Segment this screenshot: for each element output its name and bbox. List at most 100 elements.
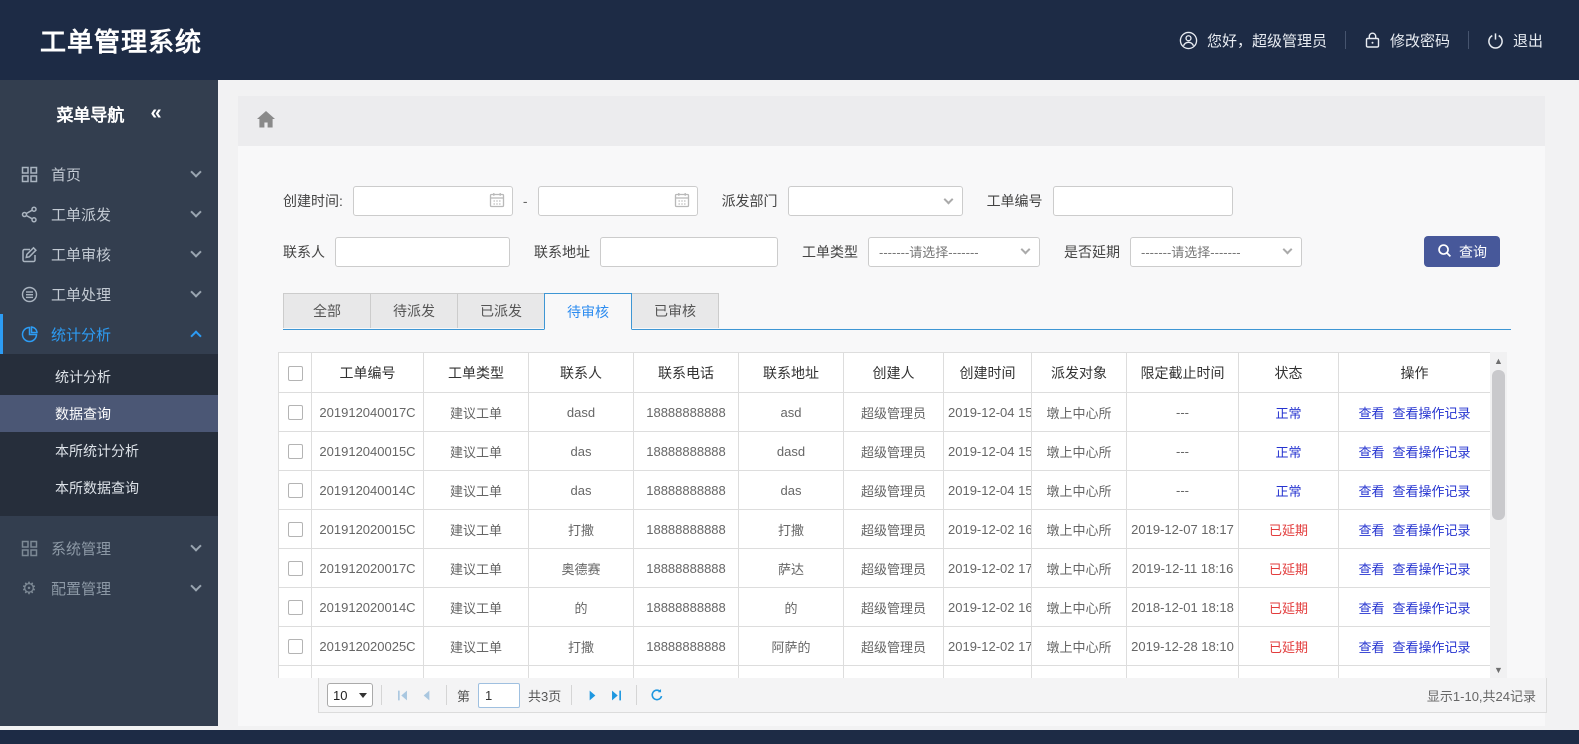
- change-password-label: 修改密码: [1389, 32, 1450, 50]
- refresh-button[interactable]: [645, 683, 669, 707]
- sidebar-item-system[interactable]: 系统管理: [0, 528, 218, 568]
- calendar-icon[interactable]: [674, 192, 690, 211]
- row-checkbox[interactable]: [287, 522, 303, 538]
- vertical-scrollbar[interactable]: ▲ ▼: [1490, 352, 1507, 678]
- view-log-link[interactable]: 查看操作记录: [1393, 601, 1471, 616]
- pager-divider: [636, 685, 638, 705]
- table-row: 201912020025C 建议工单 打撒 18888888888 阿萨的 超级管理员…: [278, 626, 1491, 666]
- statistics-submenu: 统计分析 数据查询 本所统计分析 本所数据查询: [0, 354, 218, 516]
- home-icon[interactable]: [256, 110, 276, 132]
- order-no-input[interactable]: [1052, 186, 1233, 216]
- chevron-down-icon: [190, 206, 202, 218]
- view-link[interactable]: 查看: [1358, 523, 1384, 538]
- address-input[interactable]: [600, 236, 778, 267]
- tab-to-review[interactable]: 待审核: [544, 293, 632, 330]
- is-delay-select[interactable]: -------请选择-------: [1130, 236, 1302, 267]
- tab-dispatched[interactable]: 已派发: [457, 293, 545, 328]
- work-order-table: 工单编号 工单类型 联系人 联系电话 联系地址 创建人 创建时间 派发对象 限定…: [278, 352, 1507, 678]
- view-link[interactable]: 查看: [1358, 445, 1384, 460]
- dispatch-dept-select[interactable]: [787, 186, 963, 216]
- process-icon: [20, 285, 38, 303]
- next-page-button[interactable]: [580, 683, 604, 707]
- tab-to-dispatch[interactable]: 待派发: [370, 293, 458, 328]
- view-link[interactable]: 查看: [1358, 562, 1384, 577]
- submenu-item-data-query[interactable]: 数据查询: [0, 395, 218, 432]
- column-header: 工单类型: [423, 352, 529, 393]
- pager-divider: [571, 685, 573, 705]
- main-content: 创建时间: - 派发部门 工单编号 联系人 联系地址 工单类型 -------请…: [218, 80, 1579, 726]
- row-checkbox[interactable]: [287, 600, 303, 616]
- chevron-down-icon: [943, 194, 954, 204]
- search-button[interactable]: 查询: [1424, 236, 1500, 267]
- column-header: 派发对象: [1031, 352, 1127, 393]
- view-log-link[interactable]: 查看操作记录: [1393, 562, 1471, 577]
- change-password-button[interactable]: 修改密码: [1364, 30, 1450, 51]
- scrollbar-thumb[interactable]: [1492, 370, 1505, 520]
- sidebar-item-label: 统计分析: [51, 326, 112, 344]
- prev-page-button[interactable]: [414, 683, 438, 707]
- row-checkbox[interactable]: [287, 405, 303, 421]
- create-time-start-input[interactable]: [352, 186, 513, 216]
- column-header: 创建人: [843, 352, 944, 393]
- view-log-link[interactable]: 查看操作记录: [1393, 523, 1471, 538]
- chevron-down-icon: [190, 580, 202, 592]
- pager-divider: [381, 685, 382, 705]
- sidebar-item-process[interactable]: 工单处理: [0, 274, 218, 314]
- page-prefix-label: 第: [457, 688, 471, 704]
- tab-all[interactable]: 全部: [283, 293, 371, 328]
- logout-button[interactable]: 退出: [1487, 30, 1543, 51]
- status-badge: 正常: [1275, 483, 1302, 499]
- sidebar-item-home[interactable]: 首页: [0, 154, 218, 194]
- tab-reviewed[interactable]: 已审核: [631, 293, 719, 328]
- view-log-link[interactable]: 查看操作记录: [1393, 484, 1471, 499]
- user-menu[interactable]: 您好，超级管理员: [1179, 30, 1327, 51]
- last-page-button[interactable]: [604, 683, 628, 707]
- row-checkbox[interactable]: [287, 561, 303, 577]
- create-time-end-input[interactable]: [537, 186, 698, 216]
- status-badge: 已延期: [1268, 600, 1308, 616]
- view-log-link[interactable]: 查看操作记录: [1393, 640, 1471, 655]
- submenu-item-local-statistics[interactable]: 本所统计分析: [0, 432, 218, 469]
- view-log-link[interactable]: 查看操作记录: [1393, 406, 1471, 421]
- is-delay-label: 是否延期: [1064, 243, 1120, 260]
- view-link[interactable]: 查看: [1358, 601, 1384, 616]
- sidebar-item-statistics[interactable]: 统计分析: [0, 314, 218, 354]
- status-badge: 已延期: [1268, 639, 1308, 655]
- gear-icon: ⚙: [21, 578, 37, 598]
- user-icon: [1179, 31, 1198, 50]
- column-header: 联系地址: [738, 352, 844, 393]
- calendar-icon[interactable]: [489, 192, 505, 211]
- row-checkbox[interactable]: [287, 444, 303, 460]
- scroll-up-arrow-icon[interactable]: ▲: [1490, 352, 1507, 369]
- view-link[interactable]: 查看: [1358, 640, 1384, 655]
- date-separator: -: [522, 193, 528, 209]
- page-size-select[interactable]: 10: [327, 683, 373, 707]
- topbar-divider: [1344, 31, 1346, 49]
- column-header: 状态: [1238, 352, 1339, 393]
- lock-icon: [1364, 31, 1381, 49]
- view-link[interactable]: 查看: [1358, 484, 1384, 499]
- submenu-item-local-data-query[interactable]: 本所数据查询: [0, 469, 218, 506]
- status-badge: 正常: [1275, 405, 1302, 421]
- first-page-button[interactable]: [390, 683, 414, 707]
- scroll-down-arrow-icon[interactable]: ▼: [1490, 661, 1507, 678]
- sidebar-item-dispatch[interactable]: 工单派发: [0, 194, 218, 234]
- sidebar-collapse-button[interactable]: «: [150, 103, 161, 123]
- view-log-link[interactable]: 查看操作记录: [1393, 445, 1471, 460]
- table-row: [278, 665, 1491, 678]
- select-all-checkbox[interactable]: [287, 365, 303, 381]
- table-row: 201912020014C 建议工单 的 18888888888 的超级管理员 20…: [278, 587, 1491, 627]
- order-type-select[interactable]: -------请选择-------: [868, 236, 1040, 267]
- sidebar-item-review[interactable]: 工单审核: [0, 234, 218, 274]
- row-checkbox[interactable]: [287, 639, 303, 655]
- submenu-item-statistics[interactable]: 统计分析: [0, 358, 218, 395]
- share-icon: [20, 205, 38, 223]
- filter-form: 创建时间: - 派发部门 工单编号 联系人 联系地址 工单类型 -------请…: [238, 146, 1545, 267]
- record-summary: 显示1-10,共24记录: [1426, 688, 1536, 704]
- page-number-input[interactable]: [478, 682, 521, 708]
- view-link[interactable]: 查看: [1358, 406, 1384, 421]
- row-checkbox[interactable]: [287, 483, 303, 499]
- user-greeting: 您好，超级管理员: [1206, 32, 1327, 50]
- sidebar-item-config[interactable]: ⚙ 配置管理: [0, 568, 218, 608]
- contact-input[interactable]: [335, 236, 510, 267]
